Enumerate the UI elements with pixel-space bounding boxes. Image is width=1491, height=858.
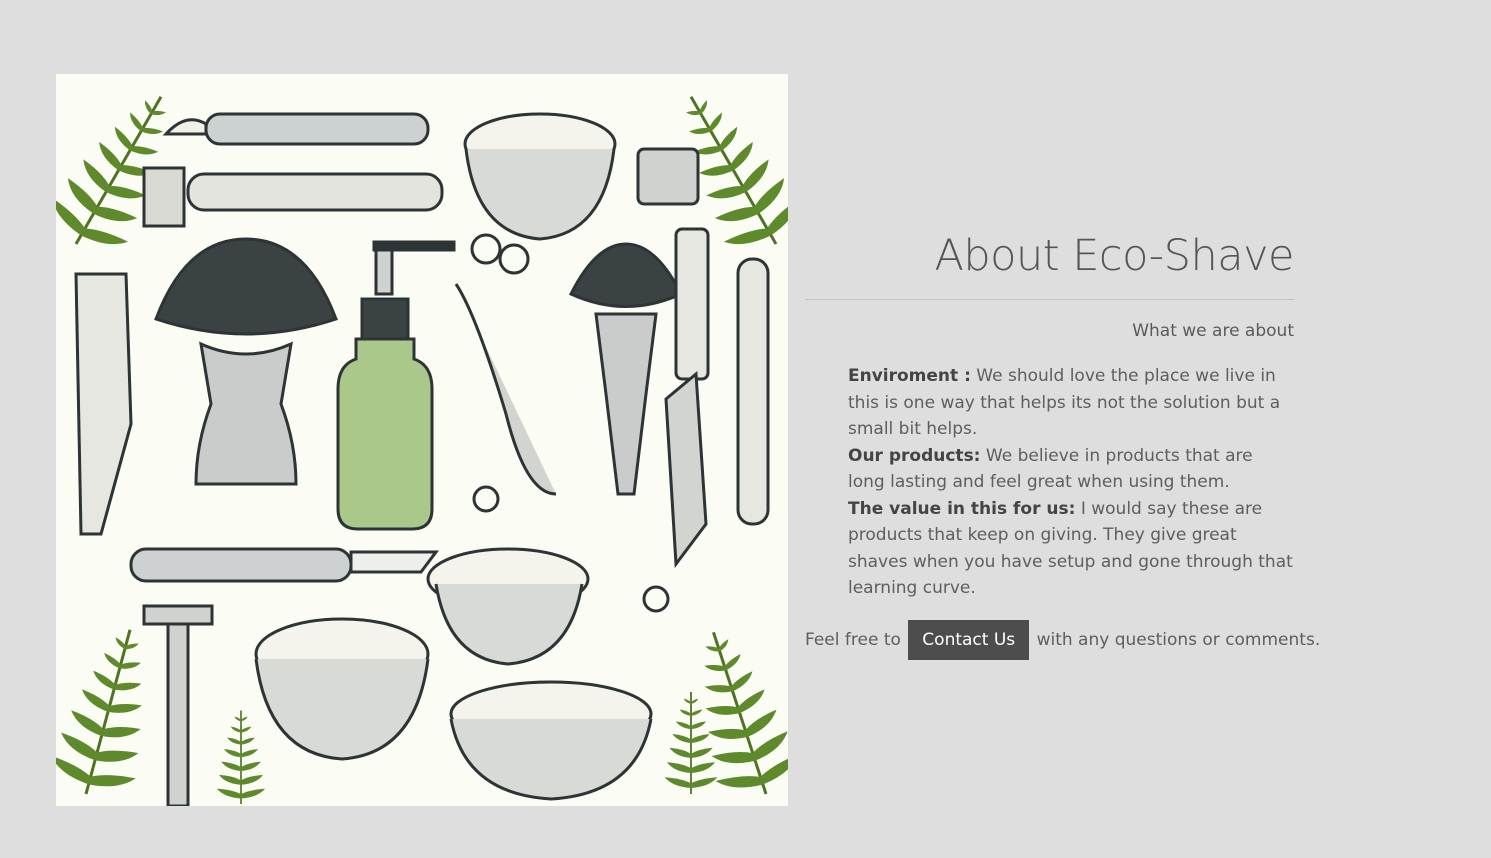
contact-us-button[interactable]: Contact Us bbox=[908, 619, 1030, 660]
point-label: The value in this for us: bbox=[848, 498, 1076, 519]
shaving-illustration bbox=[56, 74, 788, 806]
point-products: Our products: We believe in products tha… bbox=[848, 443, 1293, 496]
contact-line: Feel free to Contact Us with any questio… bbox=[805, 619, 1320, 660]
contact-prefix: Feel free to bbox=[805, 629, 901, 650]
point-label: Enviroment : bbox=[848, 366, 971, 386]
about-subtitle: What we are about bbox=[1132, 321, 1294, 341]
contact-suffix: with any questions or comments. bbox=[1036, 629, 1321, 650]
about-points: Enviroment : We should love the place we… bbox=[848, 363, 1293, 602]
page-title: About Eco-Shave bbox=[934, 231, 1294, 281]
shaving-bowl-icon bbox=[254, 112, 653, 801]
page: About Eco-Shave What we are about Enviro… bbox=[0, 0, 1491, 858]
point-environment: Enviroment : We should love the place we… bbox=[848, 363, 1293, 443]
point-label: Our products: bbox=[848, 445, 981, 466]
point-value: The value in this for us: I would say th… bbox=[848, 496, 1293, 602]
about-section: About Eco-Shave What we are about Enviro… bbox=[805, 228, 1320, 660]
soap-bottle-icon bbox=[336, 240, 456, 531]
title-divider bbox=[805, 299, 1294, 300]
